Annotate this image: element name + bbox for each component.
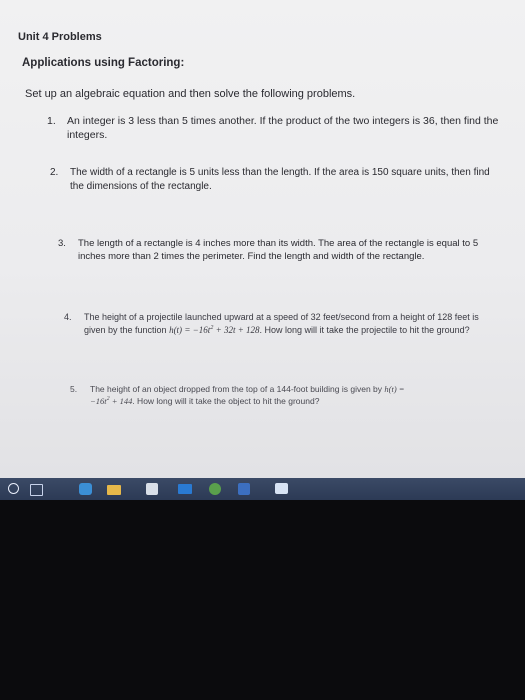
problem-2: 2. The width of a rectangle is 5 units l…	[50, 166, 495, 194]
problem-number: 4.	[64, 312, 72, 322]
problem-3: 3. The length of a rectangle is 4 inches…	[58, 237, 483, 263]
problem-text: The width of a rectangle is 5 units less…	[70, 167, 490, 192]
problem-number: 2.	[50, 167, 59, 178]
problem-number: 3.	[58, 238, 66, 249]
photos-icon[interactable]	[238, 483, 250, 495]
mail-icon[interactable]	[178, 484, 192, 494]
chrome-icon[interactable]	[209, 483, 221, 495]
section-title: Applications using Factoring:	[22, 57, 185, 69]
problem-text: The length of a rectangle is 4 inches mo…	[78, 238, 479, 262]
problem-text-after: . How long will it take the projectile t…	[259, 325, 470, 335]
document-view: Unit 4 Problems Applications using Facto…	[0, 0, 525, 478]
instructions: Set up an algebraic equation and then so…	[25, 88, 356, 100]
task-view-icon[interactable]	[30, 484, 43, 496]
problem-text-after: . How long will it take the object to hi…	[132, 396, 320, 406]
equation-equals: =	[396, 384, 405, 394]
taskbar	[0, 478, 525, 500]
equation-part-b: + 32t + 128	[213, 325, 260, 335]
edge-icon[interactable]	[79, 483, 92, 495]
problem-text: The height of an object dropped from the…	[90, 383, 475, 407]
problem-number: 1.	[47, 115, 56, 127]
problem-5: 5. The height of an object dropped from …	[70, 383, 475, 407]
file-explorer-icon[interactable]	[107, 485, 121, 495]
equation-part-a: −16t	[90, 396, 107, 406]
app-icon[interactable]	[275, 483, 288, 494]
problem-4: 4. The height of a projectile launched u…	[64, 311, 479, 337]
equation-part-b: + 144	[109, 396, 133, 406]
problem-1: 1. An integer is 3 less than 5 times ano…	[47, 114, 502, 142]
unit-title: Unit 4 Problems	[18, 31, 102, 43]
function-name: h(t)	[384, 384, 397, 394]
monitor-bezel	[0, 500, 525, 700]
problem-number: 5.	[70, 384, 78, 394]
problem-text: An integer is 3 less than 5 times anothe…	[67, 115, 499, 141]
problem-text: The height of a projectile launched upwa…	[84, 311, 479, 337]
equation-part-a: = −16t	[182, 325, 211, 335]
store-icon[interactable]	[146, 483, 158, 495]
function-name: h(t)	[169, 325, 183, 335]
start-icon[interactable]	[8, 483, 19, 494]
problem-text-before: The height of an object dropped from the…	[90, 384, 385, 394]
